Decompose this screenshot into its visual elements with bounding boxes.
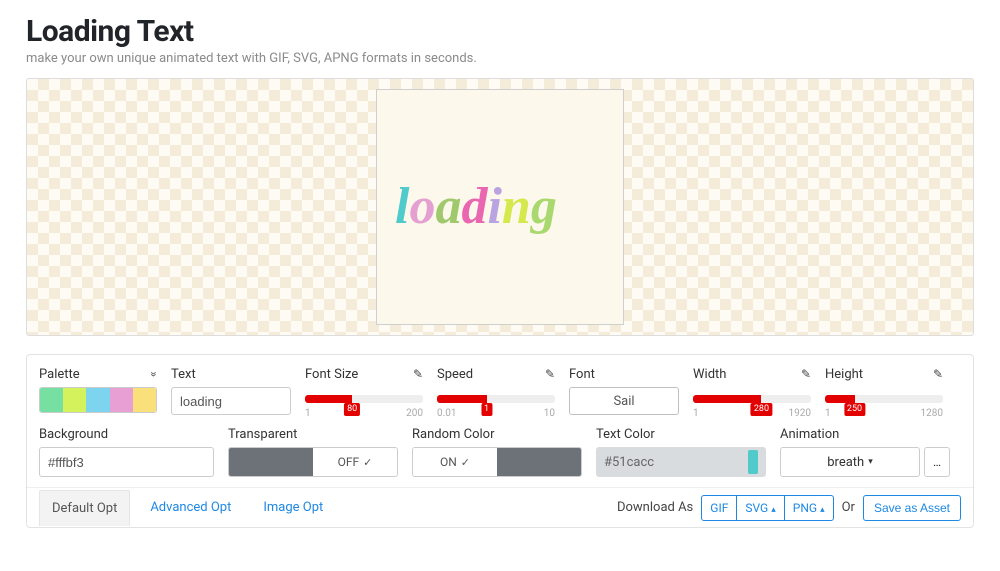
download-group: GIF SVG PNG [701, 495, 833, 521]
slider-max: 1920 [789, 408, 811, 419]
font-select[interactable]: Sail [569, 387, 679, 415]
palette-label: Palette [39, 367, 80, 382]
download-svg-button[interactable]: SVG [736, 496, 783, 520]
preview-text-svg: loading [395, 167, 605, 247]
slider-min: 1 [305, 408, 311, 419]
swatch[interactable] [133, 388, 156, 412]
download-gif-button[interactable]: GIF [702, 496, 736, 520]
font-label: Font [569, 367, 595, 382]
width-label: Width [693, 367, 726, 382]
fontsize-label: Font Size [305, 367, 358, 382]
caret-up-icon [820, 501, 825, 515]
controls-panel: Palette Text Font Size ✎ 1 [26, 354, 974, 528]
background-label: Background [39, 427, 108, 442]
swatch[interactable] [40, 388, 63, 412]
slider-value: 250 [844, 403, 865, 416]
slider-value: 80 [344, 403, 360, 416]
speed-slider[interactable]: 0.01 1 10 [437, 387, 555, 415]
tab-advanced[interactable]: Advanced Opt [138, 490, 243, 525]
speed-label: Speed [437, 367, 473, 382]
textcolor-value: #51cacc [604, 455, 654, 470]
download-label: Download As [617, 500, 693, 515]
swatch[interactable] [86, 388, 109, 412]
text-input[interactable] [171, 387, 291, 415]
slider-min: 0.01 [437, 408, 457, 419]
slider-max: 200 [406, 408, 423, 419]
tab-default[interactable]: Default Opt [39, 490, 130, 526]
slider-min: 1 [825, 408, 831, 419]
chevron-down-icon[interactable] [151, 367, 157, 382]
download-png-button[interactable]: PNG [784, 496, 833, 520]
tab-image[interactable]: Image Opt [251, 490, 335, 525]
randomcolor-label: Random Color [412, 427, 495, 442]
save-asset-button[interactable]: Save as Asset [863, 495, 961, 521]
animation-select[interactable]: breath ▾ [780, 447, 920, 477]
transparent-label: Transparent [228, 427, 297, 442]
pencil-icon[interactable]: ✎ [933, 367, 943, 381]
preview-canvas: loading [376, 89, 624, 325]
textcolor-field[interactable]: #51cacc [596, 447, 766, 477]
slider-min: 1 [693, 408, 699, 419]
color-chip [748, 450, 758, 474]
background-input[interactable] [39, 447, 214, 477]
pencil-icon[interactable]: ✎ [413, 367, 423, 381]
check-icon [363, 455, 372, 469]
transparent-toggle[interactable]: OFF [228, 447, 398, 477]
palette-swatches[interactable] [39, 387, 157, 413]
page-title: Loading Text [26, 14, 974, 49]
animation-label: Animation [780, 427, 839, 442]
fontsize-slider[interactable]: 1 80 200 [305, 387, 423, 415]
pencil-icon[interactable]: ✎ [545, 367, 555, 381]
or-label: Or [842, 500, 855, 515]
more-button[interactable]: … [924, 447, 950, 477]
height-label: Height [825, 367, 863, 382]
caret-up-icon [771, 501, 776, 515]
toggle-on-seg[interactable] [229, 448, 313, 476]
toggle-on-seg[interactable]: ON [413, 448, 497, 476]
svg-text:loading: loading [395, 178, 557, 235]
textcolor-label: Text Color [596, 427, 655, 442]
page-subtitle: make your own unique animated text with … [26, 51, 974, 66]
slider-value: 1 [481, 403, 492, 416]
randomcolor-toggle[interactable]: ON [412, 447, 582, 477]
text-label: Text [171, 367, 196, 382]
slider-max: 10 [544, 408, 555, 419]
caret-down-icon: ▾ [868, 457, 873, 467]
swatch[interactable] [63, 388, 86, 412]
bottom-bar: Default Opt Advanced Opt Image Opt Downl… [27, 487, 973, 527]
preview-area: loading [26, 78, 974, 336]
swatch[interactable] [110, 388, 133, 412]
height-slider[interactable]: 1 250 1280 [825, 387, 943, 415]
toggle-off-seg[interactable] [497, 448, 581, 476]
slider-value: 280 [751, 403, 772, 416]
pencil-icon[interactable]: ✎ [801, 367, 811, 381]
check-icon [461, 455, 470, 469]
toggle-off-seg[interactable]: OFF [313, 448, 397, 476]
slider-max: 1280 [921, 408, 943, 419]
width-slider[interactable]: 1 280 1920 [693, 387, 811, 415]
